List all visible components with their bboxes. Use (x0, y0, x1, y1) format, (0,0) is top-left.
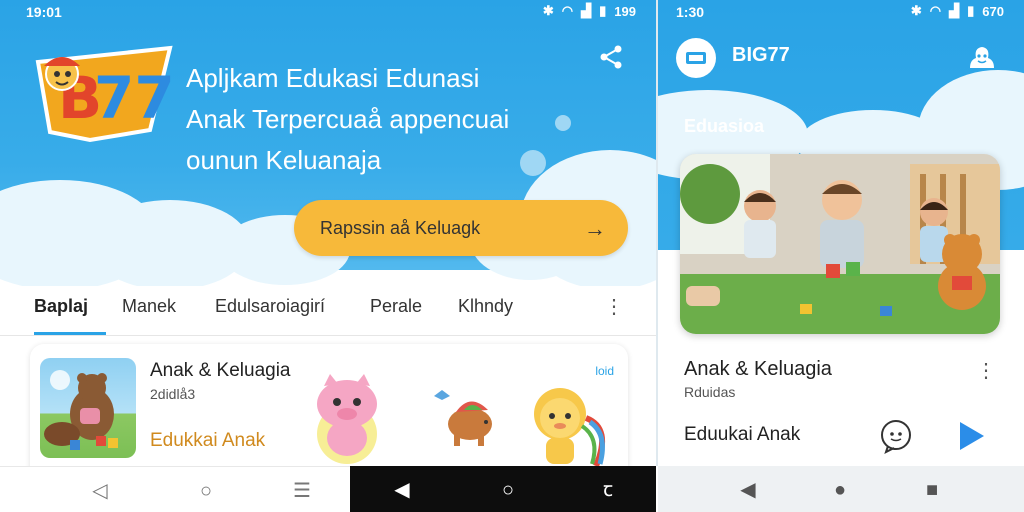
battery-level: 199 (614, 3, 636, 19)
more-vert-icon-right[interactable]: ⋮ (976, 358, 996, 383)
section-label: Eduasioa (684, 116, 765, 136)
nav-home-icon[interactable]: ○ (194, 479, 218, 503)
app-logo: B 77 (35, 45, 175, 143)
nav-back-icon-dark[interactable]: ◀ (390, 478, 414, 502)
tagline-line-1: Apljkam Edukasi Edunasi (186, 63, 480, 93)
card-title-right: Anak & Keluagia (684, 358, 832, 380)
left-screen: 19:01 ✱ ◠ ▟ ▮ 199 B 77 Apljkam Edukasi E… (0, 0, 656, 512)
status-time: 19:01 (26, 4, 62, 20)
card-subtitle-right: Rduidas (684, 384, 736, 400)
pig-character-illustration (317, 374, 377, 464)
bluetooth-icon: ✱ (910, 3, 922, 18)
tab-baplaj[interactable]: Baplaj (34, 296, 88, 317)
card-category-right: Eduukai Anak (684, 424, 801, 445)
app-card[interactable]: Anak & Keluagia 2didlå3 Edukkai Anak loi… (30, 344, 628, 484)
signal-icon: ▟ (581, 3, 592, 18)
nav-recents-icon[interactable]: ☰ (290, 479, 314, 503)
arrow-right-icon: → (584, 216, 606, 241)
card-title: Anak & Keluagia (150, 360, 291, 381)
chat-bubble-icon[interactable] (878, 418, 914, 454)
card-badge: loid (595, 364, 614, 378)
tagline-line-2: Anak Terpercuaå appencuai (186, 104, 510, 134)
nav-back-icon[interactable]: ◁ (88, 479, 112, 503)
nav-assistant-icon[interactable]: ꞇ (596, 478, 620, 502)
lion-character-illustration (534, 388, 606, 468)
tab-perale[interactable]: Perale (370, 296, 422, 317)
bluetooth-icon: ✱ (542, 3, 554, 18)
system-nav-bar-dark: ◀ ○ ꞇ (350, 466, 656, 512)
card-category: Edukkai Anak (150, 430, 266, 451)
tab-klhndy[interactable]: Klhndy (458, 296, 513, 317)
elephant-character-illustration (434, 390, 492, 446)
status-icons: ✱ ◠ ▟ ▮ 199 (543, 3, 636, 19)
signal-icon: ▟ (949, 3, 960, 18)
play-icon[interactable] (956, 420, 986, 452)
system-nav-bar-right: ◀ ● ■ (658, 466, 1024, 512)
status-time-right: 1:30 (676, 4, 705, 20)
right-screen: 1:30 ✱ ◠ ▟ ▮ 670 BIG77 Eduasioa Anak & K… (658, 0, 1024, 512)
cta-button[interactable]: Rapssin aå Keluagk → (294, 200, 628, 256)
app-thumbnail (40, 358, 136, 458)
app-icon[interactable] (676, 38, 716, 78)
wifi-icon: ◠ (561, 3, 574, 18)
nav-recents-icon-right[interactable]: ■ (920, 478, 944, 502)
tab-manek[interactable]: Manek (122, 296, 176, 317)
app-comparison-screens: 19:01 ✱ ◠ ▟ ▮ 199 B 77 Apljkam Edukasi E… (0, 0, 1024, 512)
svg-text:77: 77 (94, 64, 175, 132)
tabs-divider (0, 335, 656, 336)
nav-back-icon-right[interactable]: ◀ (736, 478, 760, 502)
battery-level-right: 670 (982, 3, 1004, 19)
kids-playing-photo[interactable] (680, 154, 1000, 334)
status-bar-right: 1:30 ✱ ◠ ▟ ▮ 670 (658, 0, 1024, 24)
profile-icon[interactable] (966, 42, 998, 74)
cta-label: Rapssin aå Keluagk (320, 217, 481, 238)
nav-home-icon-right[interactable]: ● (828, 478, 852, 502)
nav-home-icon-dark[interactable]: ○ (496, 478, 520, 502)
system-nav-bar: ◁ ○ ☰ (0, 466, 350, 512)
battery-icon: ▮ (967, 3, 975, 18)
category-tabs: Baplaj Manek Edulsaroiagirí Perale Klhnd… (0, 286, 656, 336)
hero-tagline: Apljkam Edukasi Edunasi Anak Terpercuaå … (186, 58, 626, 181)
battery-icon: ▮ (599, 3, 607, 18)
card-subtitle: 2didlå3 (150, 386, 196, 402)
tab-edulsaroiagiri[interactable]: Edulsaroiagirí (215, 296, 325, 317)
status-bar: 19:01 ✱ ◠ ▟ ▮ 199 (0, 0, 656, 24)
tagline-line-3: ounun Keluanaja (186, 145, 382, 175)
app-name: BIG77 (732, 44, 790, 66)
wifi-icon: ◠ (929, 3, 942, 18)
more-vert-icon[interactable]: ⋮ (604, 294, 624, 319)
status-icons-right: ✱ ◠ ▟ ▮ 670 (911, 3, 1004, 19)
